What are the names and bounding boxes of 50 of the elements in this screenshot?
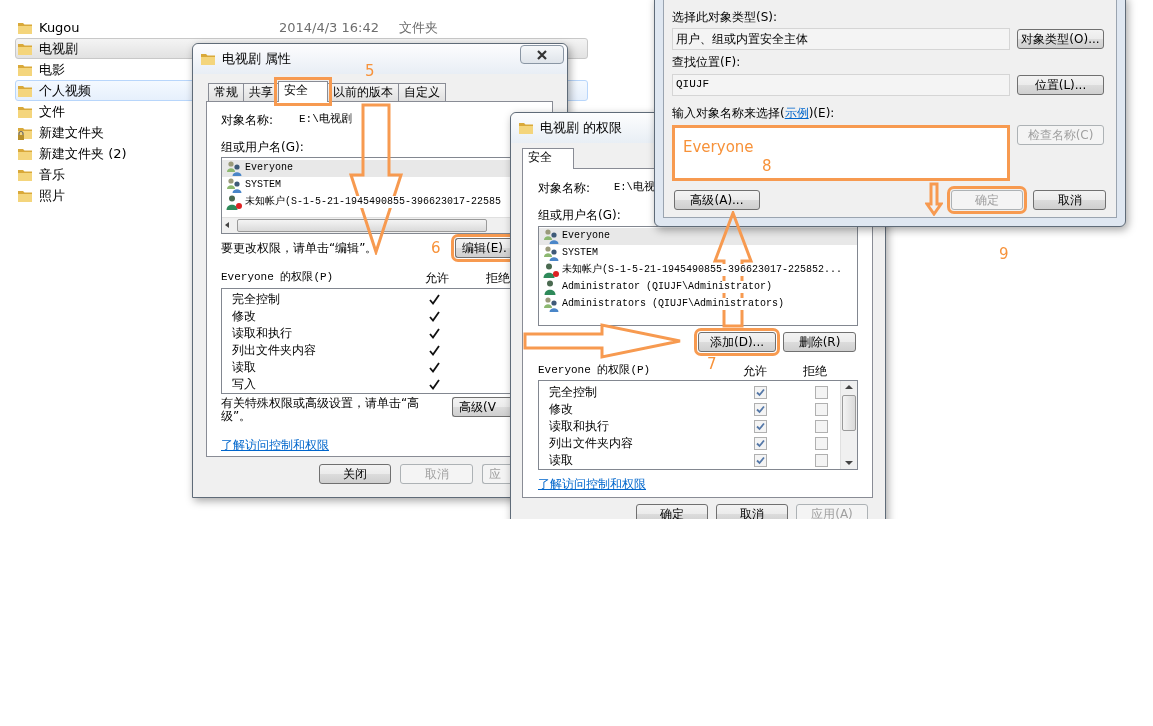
step-number: 6 [431, 239, 441, 257]
permission-name: 修改 [231, 309, 257, 324]
object-path: E:\电视剧 [299, 113, 352, 127]
user-name: Everyone [245, 162, 293, 175]
file-name: Kugou [39, 19, 80, 35]
permission-name: 列出文件夹内容 [548, 436, 634, 451]
date-text: 2014/4/3 16:42 [279, 19, 380, 36]
permission-name: 读取 [231, 360, 257, 375]
user-name: Everyone [562, 230, 610, 243]
permission-name: 列出文件夹内容 [231, 343, 317, 358]
column-header: 允许 [743, 363, 768, 379]
user-name: Administrator (QIUJF\Administrator) [562, 281, 773, 294]
prompt-label: 输入对象名称来选择(示例)(E): [672, 105, 836, 121]
hint-text: 要更改权限，请单击“编辑”。 [221, 240, 378, 255]
file-name: 文件 [39, 103, 65, 119]
step-number: 7 [707, 355, 717, 373]
window-title: 电视剧 属性 [222, 51, 292, 67]
file-name: 新建文件夹 (2) [39, 145, 127, 161]
user-name: Administrators (QIUJF\Administrators) [562, 298, 785, 311]
permission-name: 完全控制 [231, 292, 281, 307]
permission-name: 完全控制 [548, 385, 598, 400]
file-name: 音乐 [39, 166, 65, 182]
hint-text: 有关特殊权限或高级设置，请单击“高级”。 [221, 397, 421, 424]
user-name: 未知帐户(S-1-5-21-1945490855-396623017-225852... [562, 264, 843, 277]
file-name: 电视剧 [39, 40, 78, 56]
permission-name: 读取和执行 [548, 419, 610, 434]
step-number: 5 [365, 62, 375, 80]
file-name: 电影 [39, 61, 65, 77]
field-label: 查找位置(F): [672, 55, 742, 70]
permission-name: 读取 [548, 453, 574, 468]
column-header: 允许 [425, 270, 450, 286]
step-number: 9 [999, 245, 1009, 263]
file-name: 照片 [39, 187, 65, 203]
perm-label: Everyone 的权限(P) [221, 270, 335, 285]
type-text: 文件夹 [399, 19, 438, 36]
permission-name: 修改 [548, 402, 574, 417]
field-label: 选择此对象类型(S): [672, 10, 779, 25]
column-header: 拒绝 [486, 270, 510, 286]
column-header: 拒绝 [803, 363, 827, 379]
step-number: 8 [762, 157, 772, 175]
user-name: 未知帐户(S-1-5-21-1945490855-396623017-22585 [245, 196, 502, 209]
field-label: 组或用户名(G): [538, 208, 622, 223]
file-name: 个人视频 [39, 82, 91, 98]
field-label: 对象名称: [538, 181, 592, 196]
permission-name: 写入 [231, 377, 257, 392]
field-label: 组或用户名(G): [221, 140, 305, 155]
field-label: 对象名称: [221, 113, 275, 128]
permission-name: 读取和执行 [231, 326, 293, 341]
window-title: 电视剧 的权限 [540, 120, 623, 136]
file-name: 新建文件夹 [39, 124, 104, 140]
